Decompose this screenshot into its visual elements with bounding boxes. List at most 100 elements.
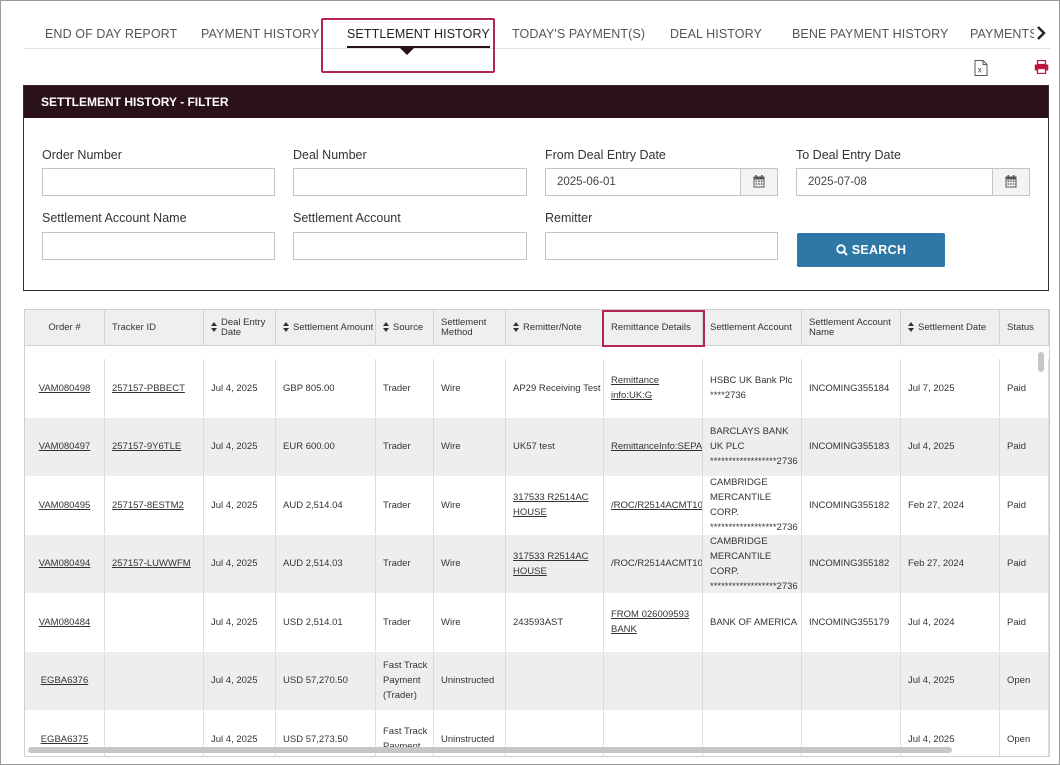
sort-arrows-icon[interactable] (513, 322, 519, 334)
order-number-label: Order Number (42, 148, 122, 162)
cell-source-text: Trader (383, 499, 411, 511)
order-number-input[interactable] (42, 168, 275, 196)
cell-status: Paid (1000, 476, 1049, 534)
cell-settlement-date-text: Jul 4, 2025 (908, 441, 955, 452)
tab-payment-history[interactable]: PAYMENT HISTORY (201, 18, 319, 48)
cell-remittance-details: RemittanceInfo:SEPA (604, 417, 703, 476)
cell-remittance-details-link[interactable]: /ROC/R2514ACMT10 (611, 498, 702, 513)
cell-tracker-id (105, 651, 204, 710)
cell-source-text: Fast Track Payment (Trader) (383, 660, 428, 701)
cell-status: Open (1000, 651, 1049, 710)
settlement-account-label: Settlement Account (293, 211, 401, 225)
deal-number-label: Deal Number (293, 148, 367, 162)
table-row[interactable]: EGBA6376 Jul 4, 2025 USD 57,270.50 Fast Tra… (25, 651, 1049, 710)
excel-export-icon[interactable]: x (974, 60, 988, 76)
cell-settlement-account-name (802, 651, 901, 710)
sort-arrows-icon[interactable] (908, 322, 914, 334)
column-header-label: Settlement Account (710, 322, 792, 333)
table-row[interactable]: VAM080495 257157-8ESTM2 Jul 4, 2025 AUD 2,5… (25, 476, 1049, 534)
column-header-settlement-date[interactable]: Settlement Date (901, 310, 1000, 346)
column-header-label: Deal Entry Date (221, 317, 266, 338)
cell-deal-entry-date: Jul 4, 2025 (204, 651, 276, 710)
settlement-results-table: Order # Tracker ID Deal Entry Date Settleme… (24, 309, 1050, 757)
cell-remittance-details-link[interactable]: FROM 026009593 BANK (611, 607, 702, 637)
cell-settlement-account-text: BANK OF AMERICA (710, 616, 798, 628)
cell-settlement-account-name: INCOMING355184 (802, 359, 901, 417)
column-header-settlement-account-name: Settlement Account Name (802, 310, 901, 346)
cell-remitter-note: AP29 Receiving Test (506, 359, 604, 417)
settlement-account-name-input[interactable] (42, 232, 275, 260)
from-date-input[interactable]: 2025-06-01 (545, 168, 778, 196)
column-header-label: Tracker ID (112, 322, 156, 333)
cell-remittance-details-link[interactable]: Remittance info:UK:G (611, 373, 702, 403)
cell-settlement-method: Wire (434, 593, 506, 651)
cell-remittance-details: Remittance info:UK:G (604, 359, 703, 417)
column-header-remitter-note[interactable]: Remitter/Note (506, 310, 604, 346)
cell-order-number-link[interactable]: VAM080498 (39, 381, 91, 396)
cell-remitter-note: UK57 test (506, 417, 604, 476)
search-button[interactable]: SEARCH (797, 233, 945, 267)
cell-order-number-link[interactable]: VAM080495 (39, 498, 91, 513)
cell-settlement-account-name: INCOMING355183 (802, 417, 901, 476)
column-header-label: Remittance Details (611, 322, 691, 333)
to-date-value: 2025-07-08 (808, 176, 867, 188)
active-tab-caret (399, 47, 415, 55)
column-header-settlement-amount[interactable]: Settlement Amount (276, 310, 376, 346)
cell-settlement-date: Jul 7, 2025 (901, 359, 1000, 417)
tab-payments[interactable]: PAYMENTS I (970, 18, 1034, 48)
cell-order-number-link[interactable]: EGBA6375 (41, 732, 89, 747)
table-row[interactable]: VAM080497 257157-9Y6TLE Jul 4, 2025 EUR 600… (25, 417, 1049, 476)
from-date-calendar-button[interactable] (740, 169, 777, 195)
cell-tracker-id-link[interactable]: 257157-PBBECT (112, 381, 185, 396)
cell-settlement-method-text: Uninstructed (441, 733, 495, 745)
table-row[interactable]: VAM080498 257157-PBBECT Jul 4, 2025 GBP 805… (25, 359, 1049, 417)
cell-order-number-link[interactable]: VAM080484 (39, 615, 91, 630)
cell-remitter-note-link[interactable]: 317533 R2514AC HOUSE (513, 490, 603, 520)
horizontal-scrollbar-thumb[interactable] (28, 747, 952, 753)
cell-tracker-id-link[interactable]: 257157-9Y6TLE (112, 439, 181, 454)
to-date-input[interactable]: 2025-07-08 (796, 168, 1030, 196)
tab-end-of-day-report[interactable]: END OF DAY REPORT (45, 18, 177, 48)
vertical-scrollbar-thumb[interactable] (1038, 352, 1044, 372)
table-row[interactable]: VAM080484 Jul 4, 2025 USD 2,514.01 Trader Wi… (25, 593, 1049, 651)
cell-tracker-id: 257157-PBBECT (105, 359, 204, 417)
tab-settlement-history[interactable]: SETTLEMENT HISTORY (347, 18, 490, 48)
sort-arrows-icon[interactable] (211, 322, 217, 334)
cell-settlement-account: HSBC UK Bank Plc ****2736 (703, 359, 802, 417)
table-top-spacer (25, 346, 1049, 359)
cell-tracker-id: 257157-9Y6TLE (105, 417, 204, 476)
cell-tracker-id: 257157-LUWWFM (105, 534, 204, 593)
chevron-right-icon[interactable] (1036, 26, 1050, 42)
remitter-label: Remitter (545, 211, 593, 225)
cell-tracker-id-link[interactable]: 257157-8ESTM2 (112, 498, 184, 513)
magnifier-icon (836, 244, 848, 256)
tab-deal-history[interactable]: DEAL HISTORY (670, 18, 762, 48)
column-header-source[interactable]: Source (376, 310, 434, 346)
cell-order-number: VAM080494 (25, 534, 105, 593)
settlement-account-input[interactable] (293, 232, 527, 260)
cell-settlement-method-text: Wire (441, 616, 461, 628)
sort-arrows-icon[interactable] (383, 322, 389, 334)
cell-source-text: Trader (383, 558, 411, 569)
cell-remitter-note: 317533 R2514AC HOUSE (506, 476, 604, 534)
cell-tracker-id-link[interactable]: 257157-LUWWFM (112, 556, 191, 571)
table-row[interactable]: VAM080494 257157-LUWWFM Jul 4, 2025 AUD 2,5… (25, 534, 1049, 593)
remitter-input[interactable] (545, 232, 778, 260)
deal-number-input[interactable] (293, 168, 527, 196)
tab-bene-payment-history[interactable]: BENE PAYMENT HISTORY (792, 18, 948, 48)
print-icon[interactable] (1034, 59, 1049, 75)
column-header-deal-entry-date[interactable]: Deal Entry Date (204, 310, 276, 346)
to-date-calendar-button[interactable] (992, 169, 1029, 195)
cell-order-number: VAM080497 (25, 417, 105, 476)
report-tabs: END OF DAY REPORT PAYMENT HISTORY SETTLE… (24, 18, 1050, 49)
cell-order-number-link[interactable]: VAM080494 (39, 556, 91, 571)
cell-settlement-date-text: Jul 4, 2025 (908, 675, 955, 686)
cell-order-number-link[interactable]: VAM080497 (39, 439, 91, 454)
tab-todays-payments[interactable]: TODAY'S PAYMENT(S) (512, 18, 645, 48)
cell-settlement-amount-text: AUD 2,514.03 (283, 558, 343, 569)
cell-settlement-date: Feb 27, 2024 (901, 476, 1000, 534)
cell-order-number-link[interactable]: EGBA6376 (41, 673, 89, 688)
sort-arrows-icon[interactable] (283, 322, 289, 334)
cell-remitter-note-link[interactable]: 317533 R2514AC HOUSE (513, 549, 603, 579)
cell-remittance-details-link[interactable]: RemittanceInfo:SEPA (611, 439, 702, 454)
